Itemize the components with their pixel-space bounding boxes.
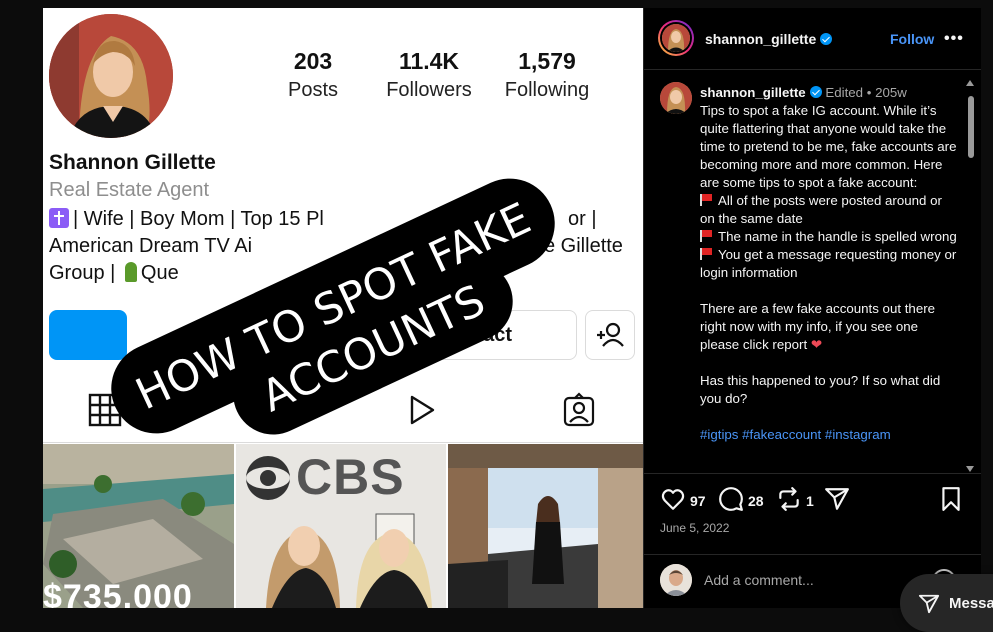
caption-tip-1: All of the posts were posted around or o… bbox=[700, 193, 942, 226]
share-send-icon[interactable] bbox=[824, 486, 850, 512]
caption-avatar[interactable] bbox=[660, 82, 692, 114]
profile-post-grid: $735,000 CBS bbox=[43, 444, 643, 608]
caption-tip-3: You get a message requesting money or lo… bbox=[700, 247, 957, 280]
post-header: shannon_gillette Follow ••• bbox=[644, 8, 981, 70]
play-icon[interactable] bbox=[403, 392, 439, 428]
profile-stats: 203 Posts 11.4K Followers 1,579 Followin… bbox=[43, 48, 643, 108]
contact-label: ontact bbox=[452, 324, 512, 346]
caption-username[interactable]: shannon_gillette bbox=[700, 85, 806, 100]
following-label: Following bbox=[504, 79, 590, 101]
profile-tabs bbox=[43, 378, 643, 438]
comment-input[interactable]: Add a comment... bbox=[704, 572, 814, 588]
header-username-text: shannon_gillette bbox=[705, 31, 817, 47]
caption-scroll-area[interactable]: shannon_gillette Edited • 205w Tips to s… bbox=[644, 70, 981, 472]
caption-tip-2: The name in the handle is spelled wrong bbox=[718, 229, 957, 244]
likes-count[interactable]: 97 bbox=[690, 493, 706, 509]
red-flag-icon bbox=[700, 230, 713, 242]
tagged-icon[interactable] bbox=[561, 392, 597, 428]
bio-line-1-end: or | bbox=[568, 208, 597, 230]
stat-followers[interactable]: 11.4K Followers bbox=[373, 48, 485, 102]
profile-bio: | Wife | Boy Mom | Top 15 Pl or | Americ… bbox=[49, 206, 639, 287]
scroll-thumb[interactable] bbox=[968, 96, 974, 158]
profile-name: Shannon Gillette bbox=[49, 151, 216, 174]
grid-post-aerial-home[interactable]: $735,000 bbox=[43, 444, 234, 608]
reposts-count[interactable]: 1 bbox=[806, 493, 814, 509]
posts-label: Posts bbox=[287, 79, 339, 101]
red-flag-icon bbox=[700, 248, 713, 260]
bio-line-3-end: Que bbox=[140, 262, 179, 284]
verified-icon bbox=[820, 33, 833, 45]
bio-line-2: American Dream TV Ai bbox=[49, 235, 253, 257]
caption-text: shannon_gillette Edited • 205w Tips to s… bbox=[700, 84, 960, 444]
grid-post-cbs[interactable]: CBS bbox=[236, 444, 446, 608]
stat-posts[interactable]: 203 Posts bbox=[273, 48, 353, 102]
stat-following[interactable]: 1,579 Following bbox=[495, 48, 599, 102]
messages-label: Messa bbox=[949, 595, 993, 612]
caption-edited: Edited bbox=[825, 85, 864, 100]
post-modal: 203 Posts 11.4K Followers 1,579 Followin… bbox=[43, 8, 981, 608]
profile-occupation: Real Estate Agent bbox=[49, 179, 210, 201]
following-count: 1,579 bbox=[518, 48, 576, 74]
like-heart-icon[interactable] bbox=[660, 486, 686, 512]
comments-count[interactable]: 28 bbox=[748, 493, 764, 509]
followers-label: Followers bbox=[386, 79, 472, 101]
scroll-up-arrow-icon[interactable] bbox=[966, 80, 974, 86]
post-actions: 97 28 1 June 5, 2022 bbox=[644, 473, 981, 554]
bio-line-3: Group | bbox=[49, 262, 116, 284]
send-message-icon bbox=[918, 594, 940, 614]
caption-verified-icon bbox=[809, 86, 822, 98]
header-avatar[interactable] bbox=[658, 20, 694, 56]
cross-emoji-icon bbox=[49, 208, 69, 228]
cactus-emoji-icon bbox=[124, 262, 137, 282]
reels-icon[interactable] bbox=[243, 392, 279, 428]
add-person-icon bbox=[597, 322, 624, 347]
scroll-down-arrow-icon[interactable] bbox=[966, 466, 974, 472]
grid-post-restaurant[interactable] bbox=[448, 444, 643, 608]
post-date[interactable]: June 5, 2022 bbox=[660, 521, 729, 535]
grid-price-text: $735,000 bbox=[43, 578, 193, 608]
grid-cbs-text: CBS bbox=[296, 449, 405, 505]
caption-scrollbar[interactable] bbox=[963, 78, 977, 478]
caption-age[interactable]: 205w bbox=[875, 85, 907, 100]
repost-icon[interactable] bbox=[776, 486, 802, 512]
followers-count: 11.4K bbox=[398, 48, 460, 74]
caption-hashtags[interactable]: #igtips #fakeaccount #instagram bbox=[700, 426, 960, 444]
caption-intro: Tips to spot a fake IG account. While it… bbox=[700, 103, 957, 190]
caption-para-3: Has this happened to you? If so what did… bbox=[700, 373, 941, 406]
profile-contact-button[interactable]: ontact bbox=[423, 310, 577, 360]
save-bookmark-icon[interactable] bbox=[938, 486, 964, 512]
viewer-avatar bbox=[660, 564, 692, 596]
red-flag-icon bbox=[700, 194, 713, 206]
header-username[interactable]: shannon_gillette bbox=[705, 31, 833, 47]
bio-line-1: | Wife | Boy Mom | Top 15 Pl bbox=[73, 208, 324, 230]
caption-dot: • bbox=[866, 85, 872, 100]
bio-line-2-end: e Gillette bbox=[544, 235, 623, 257]
grid-icon[interactable] bbox=[87, 392, 123, 428]
more-options-icon[interactable]: ••• bbox=[944, 30, 964, 48]
messages-button[interactable]: Messa bbox=[900, 574, 993, 632]
post-media[interactable]: 203 Posts 11.4K Followers 1,579 Followin… bbox=[43, 8, 643, 608]
post-side-panel: shannon_gillette Follow ••• shannon_gill… bbox=[643, 8, 981, 608]
follow-button[interactable]: Follow bbox=[890, 31, 934, 47]
comment-bubble-icon[interactable] bbox=[718, 486, 744, 512]
profile-follow-button[interactable] bbox=[49, 310, 127, 360]
add-person-button[interactable] bbox=[585, 310, 635, 360]
posts-count: 203 bbox=[293, 48, 333, 74]
red-heart-icon: ❤ bbox=[810, 337, 823, 352]
tabs-divider bbox=[43, 442, 643, 443]
